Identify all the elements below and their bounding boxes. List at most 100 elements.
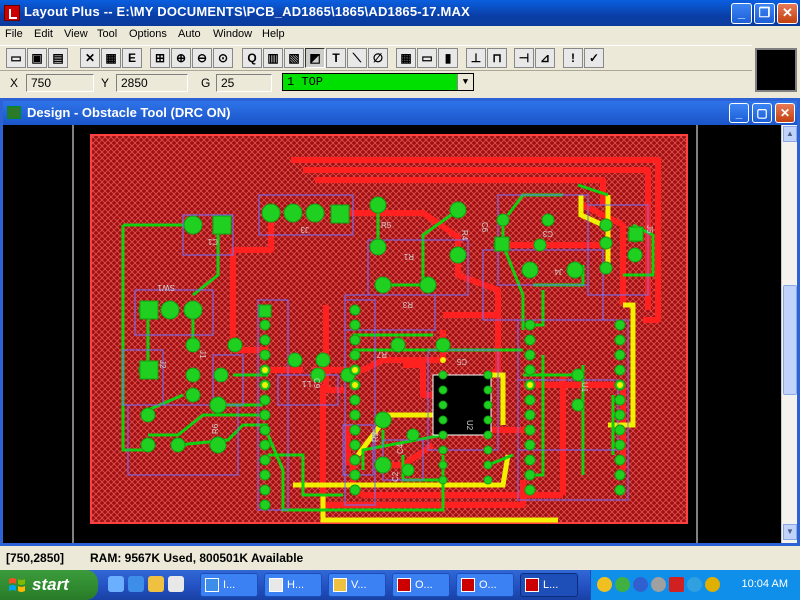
refdes-j2: J2 [158,360,167,369]
refdes-l1: L1 [302,379,311,388]
security-icon[interactable] [705,577,720,592]
taskbar-item-5[interactable]: O... [456,573,514,597]
menu-options[interactable]: Options [129,28,167,40]
route-tool-icon[interactable]: ⊣ [514,48,534,68]
properties-icon[interactable]: ▦ [101,48,121,68]
grid-field[interactable]: 25 [216,74,272,92]
start-button[interactable]: start [0,570,98,600]
refdes-r1: R1 [403,252,414,261]
media-icon[interactable] [168,576,184,592]
drc-check-icon[interactable]: ✓ [584,48,604,68]
menu-file[interactable]: File [5,28,23,40]
refdes-c4: C4 [396,443,405,454]
refdes-c1: C1 [207,237,218,246]
layout-plus-app: Layout Plus -- E:\MY DOCUMENTS\PCB_AD186… [0,0,800,600]
check-icon[interactable] [615,577,630,592]
refdes-r2: R2 [371,431,380,442]
design-vertical-scrollbar[interactable]: ▲ ▼ [781,125,797,543]
show-desktop-icon[interactable] [108,576,124,592]
title-bar: Layout Plus -- E:\MY DOCUMENTS\PCB_AD186… [0,0,800,26]
e-icon[interactable] [669,577,684,592]
scroll-down-icon[interactable]: ▼ [783,524,797,540]
obstacle-tool-icon[interactable]: ◩ [305,48,325,68]
status-coords: [750,2850] [6,551,65,565]
spreadsheet-icon[interactable]: E [122,48,142,68]
pcb-canvas[interactable]: C1 J3 R5 R1 R4 C6 J5 SW1 J2 R3 C3 J4 J1 … [3,125,781,543]
menu-window[interactable]: Window [213,28,252,40]
component-tool-icon[interactable]: ▧ [284,48,304,68]
error-tool-icon[interactable]: ∅ [368,48,388,68]
refdes-c5: C5 [456,357,467,366]
zoom-all-icon[interactable]: ⊙ [213,48,233,68]
color-swatch [755,48,797,92]
volume-icon[interactable] [651,577,666,592]
pcb-board-drawing: C1 J3 R5 R1 R4 C6 J5 SW1 J2 R3 C3 J4 J1 … [3,125,781,543]
delete-icon[interactable]: ✕ [80,48,100,68]
x-label: X [10,76,19,90]
color-tool-icon[interactable]: ▦ [396,48,416,68]
taskbar-item-4[interactable]: O... [392,573,450,597]
taskbar-item-3[interactable]: V... [328,573,386,597]
design-icon [7,106,21,119]
strategy-tool-icon[interactable]: ▮ [438,48,458,68]
x-field[interactable]: 750 [26,74,94,92]
internet-explorer-icon[interactable] [128,576,144,592]
query-icon[interactable]: Q [242,48,262,68]
refdes-r4: R4 [460,230,469,241]
new-file-icon[interactable]: ▭ [6,48,26,68]
monitor-icon[interactable] [687,577,702,592]
close-button[interactable]: ✕ [777,3,798,24]
refdes-r5: R5 [381,221,392,230]
chevron-down-icon[interactable]: ▼ [457,74,473,90]
design-close-button[interactable]: ✕ [775,103,795,123]
design-minimize-button[interactable]: _ [729,103,749,123]
scroll-thumb[interactable] [783,285,797,395]
refdes-j5: J5 [645,225,654,234]
window-title: Layout Plus -- E:\MY DOCUMENTS\PCB_AD186… [24,4,470,19]
menu-tool[interactable]: Tool [97,28,117,40]
zoom-in-icon[interactable]: ⊕ [171,48,191,68]
menu-edit[interactable]: Edit [34,28,53,40]
refdes-r3: R3 [402,300,413,309]
connection-tool-icon[interactable]: ⟍ [347,48,367,68]
refresh-icon[interactable]: ⊓ [487,48,507,68]
y-field[interactable]: 2850 [116,74,188,92]
reconnect-icon[interactable]: ⊥ [466,48,486,68]
y-label: Y [101,76,110,90]
explorer-icon[interactable] [148,576,164,592]
main-toolbar: ▭ ▣ ▤ ✕ ▦ E ⊞ ⊕ ⊖ ⊙ Q ▥ ▧ ◩ T ⟍ ∅ ▦ ▭ ▮ … [0,45,752,71]
layout-plus-icon[interactable] [4,5,20,21]
save-icon[interactable]: ▣ [27,48,47,68]
taskbar-item-6[interactable]: L... [520,573,578,597]
refdes-c9: C9 [312,378,321,389]
taskbar-item-2[interactable]: H... [264,573,322,597]
zoom-icon[interactable]: ⊞ [150,48,170,68]
layer-select-value: 1 TOP [287,75,324,89]
smiley-icon[interactable] [597,577,612,592]
drc-box-icon[interactable]: ▭ [417,48,437,68]
pin-tool-icon[interactable]: ▥ [263,48,283,68]
refdes-r6: R6 [211,423,220,434]
maximize-button[interactable]: ❐ [754,3,775,24]
windows-taskbar: start I... H... V... O... O... L... 10:0… [0,570,800,600]
menu-auto[interactable]: Auto [178,28,201,40]
online-drc-icon[interactable]: ! [563,48,583,68]
layer-select[interactable]: 1 TOP ▼ [282,73,474,91]
text-tool-icon[interactable]: T [326,48,346,68]
refdes-c6: C6 [480,222,489,233]
design-maximize-button[interactable]: ▢ [752,103,772,123]
menu-help[interactable]: Help [262,28,285,40]
edit-segment-icon[interactable]: ⊿ [535,48,555,68]
start-label: start [32,575,69,594]
zoom-out-icon[interactable]: ⊖ [192,48,212,68]
refdes-j3: J3 [300,225,309,234]
print-icon[interactable]: ▤ [48,48,68,68]
menu-view[interactable]: View [64,28,88,40]
refdes-u2: U2 [465,420,474,431]
minimize-button[interactable]: _ [731,3,752,24]
taskbar-clock[interactable]: 10:04 AM [742,578,788,590]
taskbar-item-1[interactable]: I... [200,573,258,597]
network-icon[interactable] [633,577,648,592]
refdes-c3: C3 [542,229,553,238]
scroll-up-icon[interactable]: ▲ [783,126,797,142]
